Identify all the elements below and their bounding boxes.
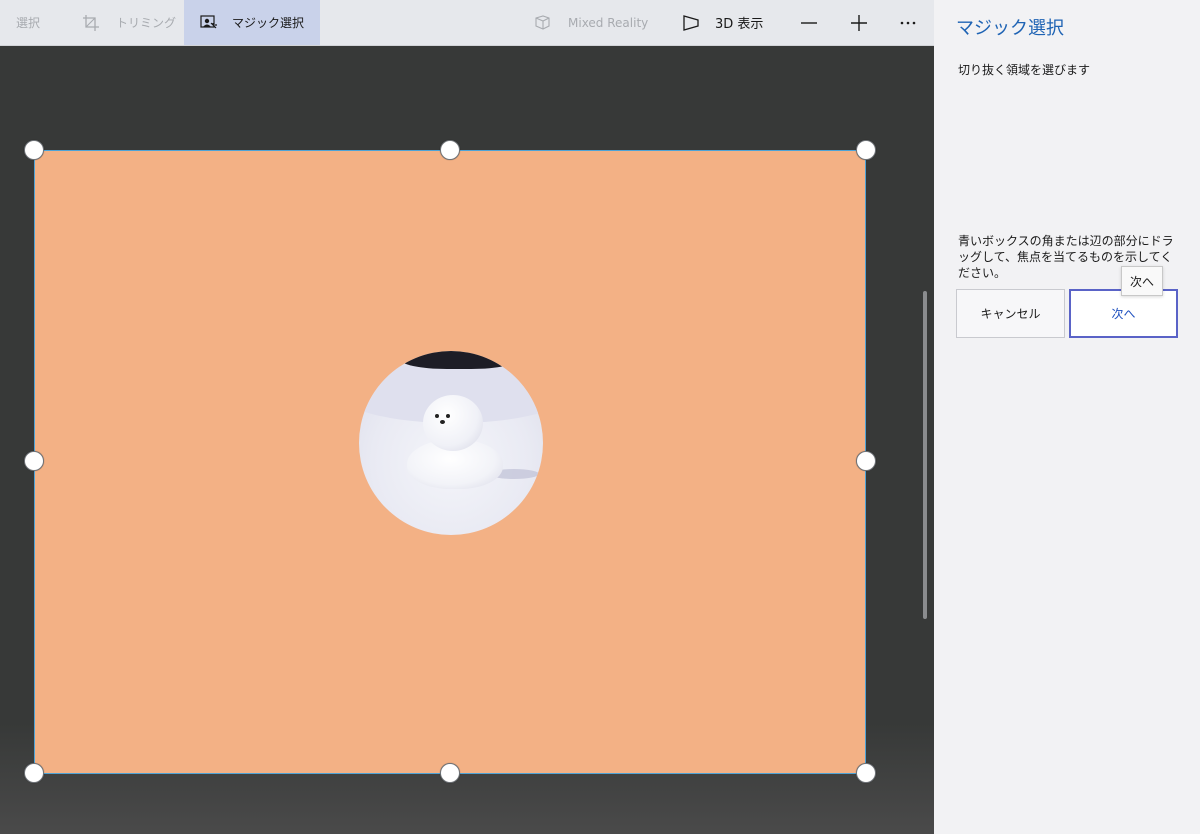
next-button[interactable]: 次へ [1069,289,1178,338]
mixed-reality-button[interactable]: Mixed Reality [534,0,648,45]
handle-bottom-right[interactable] [856,763,876,783]
minus-icon [800,14,818,32]
more-button[interactable] [898,0,918,45]
handle-middle-right[interactable] [856,451,876,471]
handle-top-right[interactable] [856,140,876,160]
view-3d-label: 3D 表示 [715,17,764,32]
mixed-reality-label: Mixed Reality [568,15,649,30]
more-icon [899,20,917,26]
selection-box[interactable] [34,150,866,774]
plus-icon [850,14,868,32]
mixed-reality-icon [534,14,552,31]
handle-bottom-center[interactable] [440,763,460,783]
handle-bottom-left[interactable] [24,763,44,783]
handle-middle-left[interactable] [24,451,44,471]
panel-subtitle: 切り抜く領域を選びます [958,63,1091,77]
toolbar: 選択 トリミング マジック選択 Mixed Reality 3D 表示 [0,0,934,46]
magic-select-tool[interactable]: マジック選択 [184,0,320,45]
handle-top-center[interactable] [440,140,460,160]
handle-top-left[interactable] [24,140,44,160]
select-label: 選択 [16,16,41,30]
magic-select-icon [200,14,218,31]
canvas-area[interactable] [0,46,934,834]
snowman-image [359,351,543,535]
zoom-in-button[interactable] [849,0,869,45]
zoom-out-button[interactable] [800,0,818,45]
next-tooltip: 次へ [1121,266,1163,296]
panel-title: マジック選択 [956,18,1064,39]
crop-icon [82,14,100,32]
vertical-scrollbar[interactable] [923,291,927,619]
cancel-button[interactable]: キャンセル [956,289,1065,338]
trim-tool[interactable]: トリミング [82,0,176,45]
select-tool[interactable]: 選択 [16,0,40,45]
3d-view-icon [681,14,701,32]
view-3d-button[interactable]: 3D 表示 [681,0,763,45]
magic-select-label: マジック選択 [232,16,305,30]
magic-select-panel: マジック選択 切り抜く領域を選びます 青いボックスの角または辺の部分にドラッグし… [934,0,1200,834]
paint3d-window: 選択 トリミング マジック選択 Mixed Reality 3D 表示 マジック… [0,0,1200,834]
trim-label: トリミング [116,16,177,30]
